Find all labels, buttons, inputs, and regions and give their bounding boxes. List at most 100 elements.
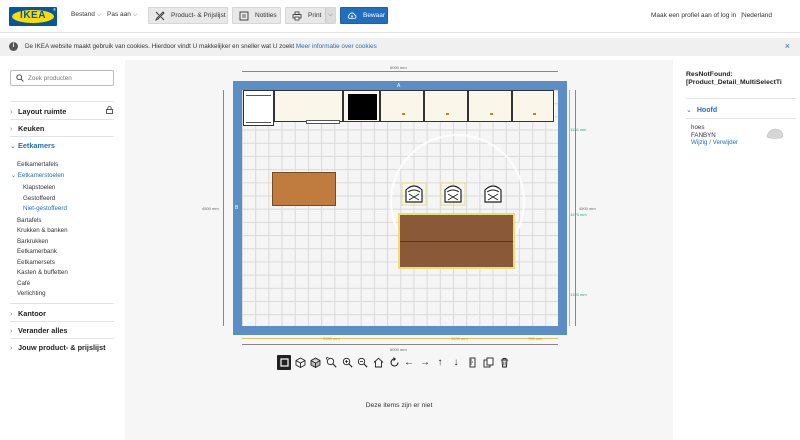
print-button[interactable]: Print ⌵ <box>285 7 336 24</box>
cookie-banner: i De IKEA website maakt gebruik van cook… <box>0 38 800 56</box>
edit-remove-link[interactable]: Wijzig / Verwijder <box>691 139 738 146</box>
lock-icon <box>106 106 113 114</box>
home-icon[interactable] <box>371 355 385 370</box>
copy-icon[interactable] <box>481 355 495 370</box>
sidebar-item-eetkamerbank[interactable]: Eetkamerbank <box>17 248 57 255</box>
kitchen-cabinet[interactable] <box>380 90 424 122</box>
kitchen-cabinet[interactable] <box>424 90 468 122</box>
product-thumbnail <box>766 128 784 139</box>
arrow-up-icon[interactable]: ↑ <box>433 355 447 370</box>
chevron-down-icon: ⌄ <box>10 143 16 150</box>
sidebar-item-eetkamersets[interactable]: Eetkamersets <box>17 259 55 266</box>
menu-pas-aan[interactable]: Pas aan ⌵ <box>107 11 137 19</box>
divider <box>10 303 114 304</box>
menu-bestand[interactable]: Bestand ⌵ <box>71 11 101 19</box>
product-series: FANBYN <box>691 132 716 139</box>
panel-title-line1: ResNotFound: <box>686 71 733 78</box>
arrow-left-icon[interactable]: ← <box>402 355 416 370</box>
dimension-left: 4500 mm <box>202 206 219 211</box>
divider <box>10 136 114 137</box>
login-link[interactable]: Maak een profiel aan of log in <box>651 12 736 19</box>
missing-items-message: Deze items zijn er niet <box>365 402 433 409</box>
group-hoofd[interactable]: ⌄ Hoofd <box>686 106 717 114</box>
sidebar-section-keuken[interactable]: › Keuken <box>10 124 114 133</box>
sidebar-section-layout-ruimte[interactable]: › Layout ruimte <box>10 107 114 116</box>
sidebar-item-bartafels[interactable]: Bartafels <box>17 217 41 224</box>
product-list-button[interactable]: Product- & Prijslijst <box>148 7 228 24</box>
wall-label-a[interactable]: A <box>397 83 400 89</box>
info-icon: i <box>9 42 18 51</box>
delete-icon[interactable] <box>497 355 511 370</box>
fridge-cabinet[interactable] <box>243 90 274 126</box>
divider <box>10 338 114 339</box>
planner-canvas[interactable]: 6000 mm 4500 mm 4500 mm 6000 mm 2050 mm … <box>125 60 673 440</box>
dimension-line-right <box>575 90 576 326</box>
chair[interactable] <box>439 180 467 208</box>
cube-icon[interactable] <box>308 355 322 370</box>
dining-table-selected[interactable] <box>398 213 515 269</box>
sidebar-item-gestoffeerd[interactable]: Gestoffeerd <box>23 195 55 202</box>
view-3d-icon[interactable] <box>293 355 307 370</box>
notes-button[interactable]: Notities <box>232 7 281 24</box>
chevron-right-icon: › <box>10 328 13 335</box>
sidebar-item-kasten-buffetten[interactable]: Kasten & buffetten <box>17 269 68 276</box>
close-icon[interactable]: × <box>785 41 790 51</box>
floor-grid[interactable] <box>242 90 558 326</box>
divider <box>10 321 114 322</box>
kitchen-cabinet[interactable] <box>512 90 554 122</box>
sidebar-item-eetkamertafels[interactable]: Eetkamertafels <box>17 161 58 168</box>
save-button[interactable]: Bewaar <box>340 7 388 24</box>
sidebar-item-klapstoelen[interactable]: Klapstoelen <box>23 184 55 191</box>
print-dropdown-chevron-icon[interactable]: ⌵ <box>325 8 335 23</box>
section-label: Verander alles <box>18 326 68 335</box>
chair[interactable] <box>400 180 428 208</box>
zoom-in-icon[interactable] <box>340 355 354 370</box>
save-label: Bewaar <box>363 12 386 19</box>
measure-icon[interactable] <box>465 355 479 370</box>
divider <box>686 98 796 99</box>
sidebar-item-barkrukken[interactable]: Barkrukken <box>17 238 48 245</box>
sidebar-section-eetkamers[interactable]: ⌄ Eetkamers <box>10 141 114 150</box>
dining-table-small[interactable] <box>272 172 336 206</box>
sidebar-item-eetkamerstoelen[interactable]: ⌄ Eetkamerstoelen <box>11 172 64 179</box>
rotate-icon[interactable] <box>387 355 401 370</box>
sidebar-section-kantoor[interactable]: › Kantoor <box>10 309 114 318</box>
kitchen-cabinet[interactable] <box>274 90 343 124</box>
sidebar-section-verander-alles[interactable]: › Verander alles <box>10 326 114 335</box>
sidebar-item-krukken-banken[interactable]: Krukken & banken <box>17 227 68 234</box>
select-tool-icon[interactable] <box>277 355 291 370</box>
arrow-down-icon[interactable]: ↓ <box>449 355 463 370</box>
menu-bestand-label: Bestand <box>71 11 95 18</box>
pencil-ruler-icon <box>155 10 165 21</box>
sidebar-item-cafe[interactable]: Café <box>17 280 30 287</box>
sidebar-item-niet-gestoffeerd[interactable]: Niet-gestoffeerd <box>23 205 67 212</box>
country-selector[interactable]: Nederland <box>741 12 772 19</box>
arrow-right-icon[interactable]: → <box>418 355 432 370</box>
product-name: hoes <box>691 124 705 131</box>
oven-cabinet[interactable] <box>343 90 380 122</box>
dimension-line-bottom <box>242 344 558 345</box>
zoom-fit-icon[interactable] <box>324 355 338 370</box>
chair[interactable] <box>479 180 507 208</box>
dimension-line-right-segments <box>569 90 570 326</box>
product-detail-panel: ResNotFound: [Product_Detail_MultiSelect… <box>675 60 800 440</box>
kitchen-cabinet[interactable] <box>468 90 512 122</box>
divider <box>10 101 114 102</box>
cookie-text: De IKEA website maakt gebruik van cookie… <box>25 43 295 50</box>
ikea-logo[interactable]: IKEA ® <box>9 7 57 26</box>
search-input[interactable] <box>28 73 110 84</box>
sidebar-item-verlichting[interactable]: Verlichting <box>17 290 46 297</box>
wall-label-b[interactable]: B <box>235 205 238 211</box>
zoom-out-icon[interactable] <box>355 355 369 370</box>
sidebar-section-product-prijslijst[interactable]: › Jouw product- & prijslijst <box>10 343 114 352</box>
dimension-right-seg3: 1320 mm <box>570 292 587 297</box>
chevron-down-icon: ⌄ <box>686 107 692 114</box>
dimension-bottom-seg3: 785 mm <box>528 336 543 341</box>
dimension-right-seg1: 1126 mm <box>570 127 587 132</box>
dimension-bottom: 6000 mm <box>390 347 407 352</box>
room-walls[interactable]: A B <box>233 81 567 335</box>
sidebar-item-label: Eetkamerstoelen <box>17 172 65 179</box>
printer-icon <box>292 11 302 20</box>
cookie-info-link[interactable]: Meer informatie over cookies <box>296 43 377 50</box>
search-box[interactable] <box>10 70 114 86</box>
